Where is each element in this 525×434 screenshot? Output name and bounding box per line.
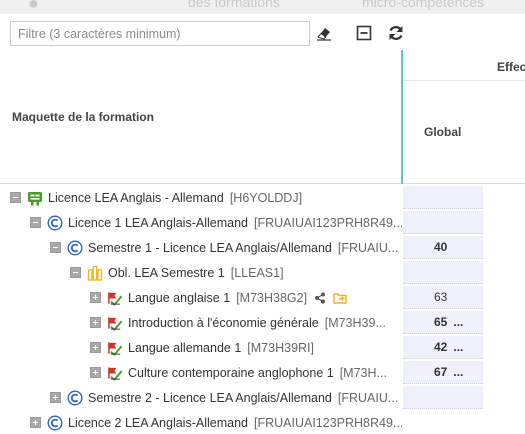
tree-node-code: [M73H39RI] — [247, 340, 314, 355]
filter-toolbar — [0, 14, 525, 50]
tree-node-label[interactable]: Culture contemporaine anglophone 1 — [128, 366, 334, 380]
global-value-cell — [403, 261, 483, 284]
tree-row[interactable]: Culture contemporaine anglophone 1 [M73H.… — [0, 360, 402, 385]
filter-input[interactable] — [10, 21, 310, 46]
tree-row[interactable]: Licence 1 LEA Anglais-Allemand [FRUAIUAI1… — [0, 210, 402, 235]
share-icon[interactable] — [313, 291, 327, 305]
tree-node-label[interactable]: Semestre 1 - Licence LEA Anglais/Alleman… — [88, 241, 332, 255]
tree-node-code: [H6YOLDDJ] — [229, 190, 303, 205]
expand-icon[interactable] — [90, 367, 101, 378]
module-flag-icon — [107, 340, 123, 356]
global-value: 63 — [434, 290, 448, 304]
expand-icon[interactable] — [30, 417, 41, 428]
tree-node-label[interactable]: Langue allemande 1 — [128, 341, 241, 355]
refresh-icon[interactable] — [386, 23, 406, 43]
effectifs-column-header: Effec Global — [403, 50, 525, 184]
collapse-icon[interactable] — [50, 242, 61, 253]
global-value-cell: 40 — [403, 236, 483, 259]
collapse-icon[interactable] — [70, 267, 81, 278]
tree-node-code: [LLEAS1] — [230, 265, 284, 280]
module-flag-icon — [107, 365, 123, 381]
tree-node-code: [FRUAIU... — [337, 390, 399, 405]
collapse-all-icon[interactable] — [354, 23, 374, 43]
tree-node-label[interactable]: Introduction à l'économie générale — [128, 316, 319, 330]
tree-row[interactable]: Semestre 2 - Licence LEA Anglais/Alleman… — [0, 385, 402, 410]
tree-row[interactable]: Semestre 1 - Licence LEA Anglais/Alleman… — [0, 235, 402, 260]
global-value: 40 — [434, 240, 448, 254]
global-value-cell: 63 — [403, 286, 483, 309]
tree-row[interactable]: Licence LEA Anglais - Allemand [H6YOLDDJ] — [0, 185, 402, 210]
more-values-ellipsis[interactable]: ... — [453, 365, 463, 379]
user-group-icon: ● — [28, 0, 39, 13]
global-column-label: Global — [424, 125, 462, 139]
module-flag-icon — [107, 290, 123, 306]
course-c-icon — [67, 239, 83, 256]
tree-node-code: [M73H... — [339, 365, 387, 380]
global-value-cell — [403, 211, 483, 234]
eraser-icon[interactable] — [314, 23, 334, 43]
more-values-ellipsis[interactable]: ... — [453, 315, 463, 329]
global-value-cell — [403, 386, 483, 409]
tree-node-code: [FRUAIUAI123PRH8R49... — [253, 415, 402, 430]
tree-row[interactable]: Licence 2 LEA Anglais-Allemand [FRUAIUAI1… — [0, 410, 402, 434]
tree-node-label[interactable]: Licence 2 LEA Anglais-Allemand — [68, 416, 248, 430]
tree-row[interactable]: Langue anglaise 1 [M73H38G2] — [0, 285, 402, 310]
collapse-icon[interactable] — [10, 192, 21, 203]
more-values-ellipsis[interactable]: ... — [453, 340, 463, 354]
global-value: 67 — [434, 365, 448, 379]
tree-node-label[interactable]: Semestre 2 - Licence LEA Anglais/Alleman… — [88, 391, 332, 405]
tree-column-title: Maquette de la formation — [12, 110, 155, 124]
global-value-cell — [403, 186, 483, 209]
tree-node-label[interactable]: Licence 1 LEA Anglais-Allemand — [68, 216, 248, 230]
global-value: 42 — [434, 340, 448, 354]
expand-icon[interactable] — [50, 392, 61, 403]
course-c-icon — [47, 214, 63, 231]
global-value-cell: 67... — [403, 361, 483, 384]
header-separator — [403, 80, 525, 81]
global-value-cell: 42... — [403, 336, 483, 359]
tree-node-label[interactable]: Licence LEA Anglais - Allemand — [48, 191, 224, 205]
tree-node-code: [M73H39... — [324, 315, 386, 330]
folder-share-icon[interactable] — [333, 291, 347, 305]
tree-row[interactable]: Obl. LEA Semestre 1 [LLEAS1] — [0, 260, 402, 285]
expand-icon[interactable] — [90, 317, 101, 328]
tree-column-header: Maquette de la formation — [0, 50, 402, 184]
module-flag-icon — [107, 315, 123, 331]
collapse-icon[interactable] — [30, 217, 41, 228]
global-value-cell: 65... — [403, 311, 483, 334]
expand-icon[interactable] — [90, 292, 101, 303]
tree-row[interactable]: Langue allemande 1 [M73H39RI] — [0, 335, 402, 360]
tree-node-label[interactable]: Obl. LEA Semestre 1 — [108, 266, 225, 280]
global-values-column: 40 63 65... 42... 67... — [403, 185, 483, 434]
top-toolbar-faded: ● des formations micro-compétences — [0, 0, 525, 14]
course-c-icon — [67, 389, 83, 406]
diploma-icon — [27, 190, 43, 206]
tree-node-code: [FRUAIU... — [337, 240, 399, 255]
effectifs-header-label: Effec — [497, 60, 525, 74]
list-bars-icon — [87, 265, 103, 281]
tree-node-code: [FRUAIUAI123PRH8R49... — [253, 215, 402, 230]
tree-node-label[interactable]: Langue anglaise 1 — [128, 291, 230, 305]
expand-icon[interactable] — [90, 342, 101, 353]
tab-micro-competences[interactable]: micro-compétences — [362, 0, 484, 10]
app-root: ● des formations micro-compétences Filtr… — [0, 0, 525, 434]
formation-tree: Licence LEA Anglais - Allemand [H6YOLDDJ]… — [0, 185, 402, 434]
tree-node-code: [M73H38G2] — [236, 290, 308, 305]
tree-row[interactable]: Introduction à l'économie générale [M73H3… — [0, 310, 402, 335]
course-c-icon — [47, 414, 63, 431]
tab-formations[interactable]: des formations — [188, 0, 280, 10]
global-value: 65 — [434, 315, 448, 329]
